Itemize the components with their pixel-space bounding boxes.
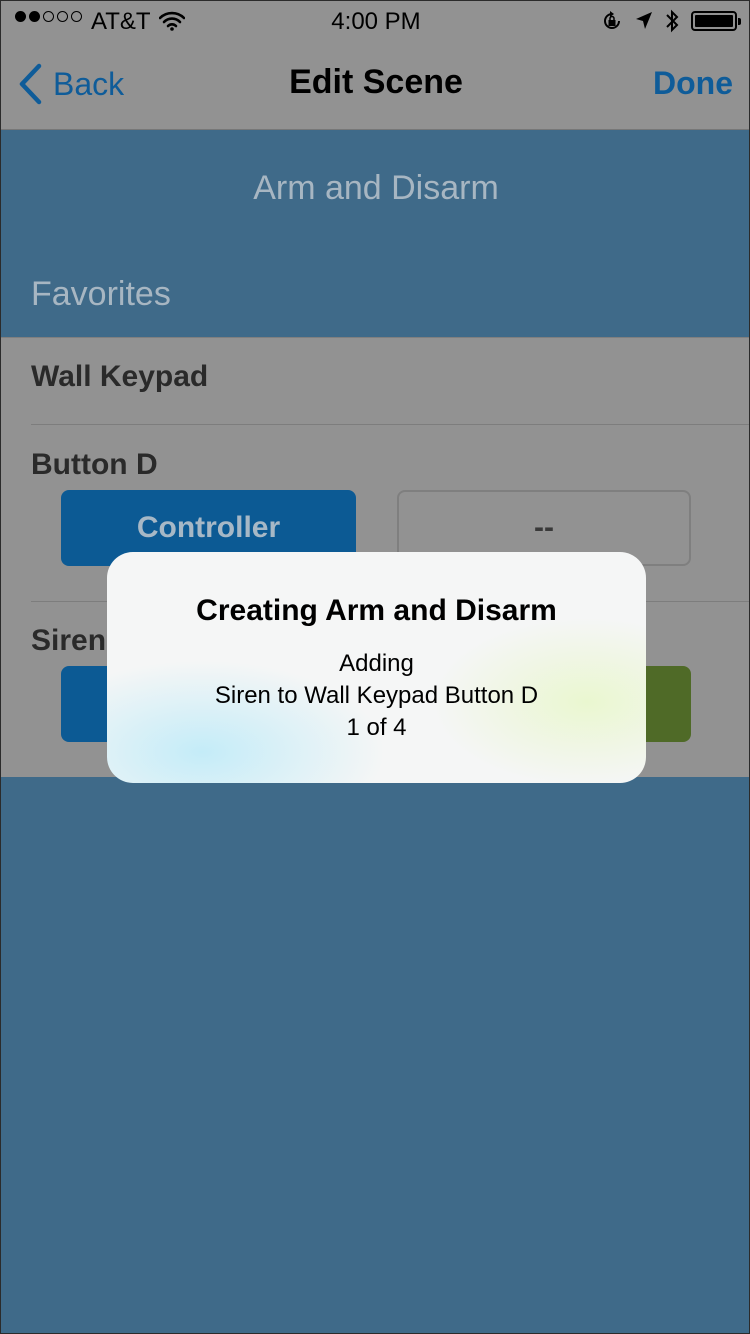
done-button[interactable]: Done	[653, 65, 733, 102]
battery-icon	[691, 11, 741, 31]
alert-line-action: Adding	[339, 650, 414, 677]
row-title-siren: Siren	[31, 624, 107, 657]
alert-line-progress: 1 of 4	[346, 714, 407, 741]
top-bar: AT&T 4:00 PM Back Edit Scene Done	[1, 1, 749, 130]
row-title-button-d: Button D	[31, 448, 158, 481]
alert-message: Adding Siren to Wall Keypad Button D 1 o…	[107, 648, 646, 744]
scene-name[interactable]: Arm and Disarm	[1, 169, 749, 208]
row-title-wall-keypad: Wall Keypad	[31, 360, 209, 393]
status-icons	[601, 9, 741, 33]
app-screen: AT&T 4:00 PM Back Edit Scene Done Arm an…	[0, 0, 750, 1334]
location-icon	[636, 12, 652, 29]
bluetooth-icon	[666, 9, 679, 33]
navigation-bar: Back Edit Scene Done	[1, 41, 749, 130]
status-bar: AT&T 4:00 PM	[1, 1, 749, 41]
alert-title: Creating Arm and Disarm	[196, 594, 557, 627]
section-header-favorites: Favorites	[31, 275, 171, 313]
page-title: Edit Scene	[289, 63, 463, 101]
battery-fill	[695, 15, 733, 27]
divider	[31, 424, 749, 425]
progress-alert: Creating Arm and Disarm Adding Siren to …	[107, 552, 646, 783]
rotation-lock-icon	[604, 11, 620, 29]
alert-line-detail: Siren to Wall Keypad Button D	[214, 682, 539, 709]
